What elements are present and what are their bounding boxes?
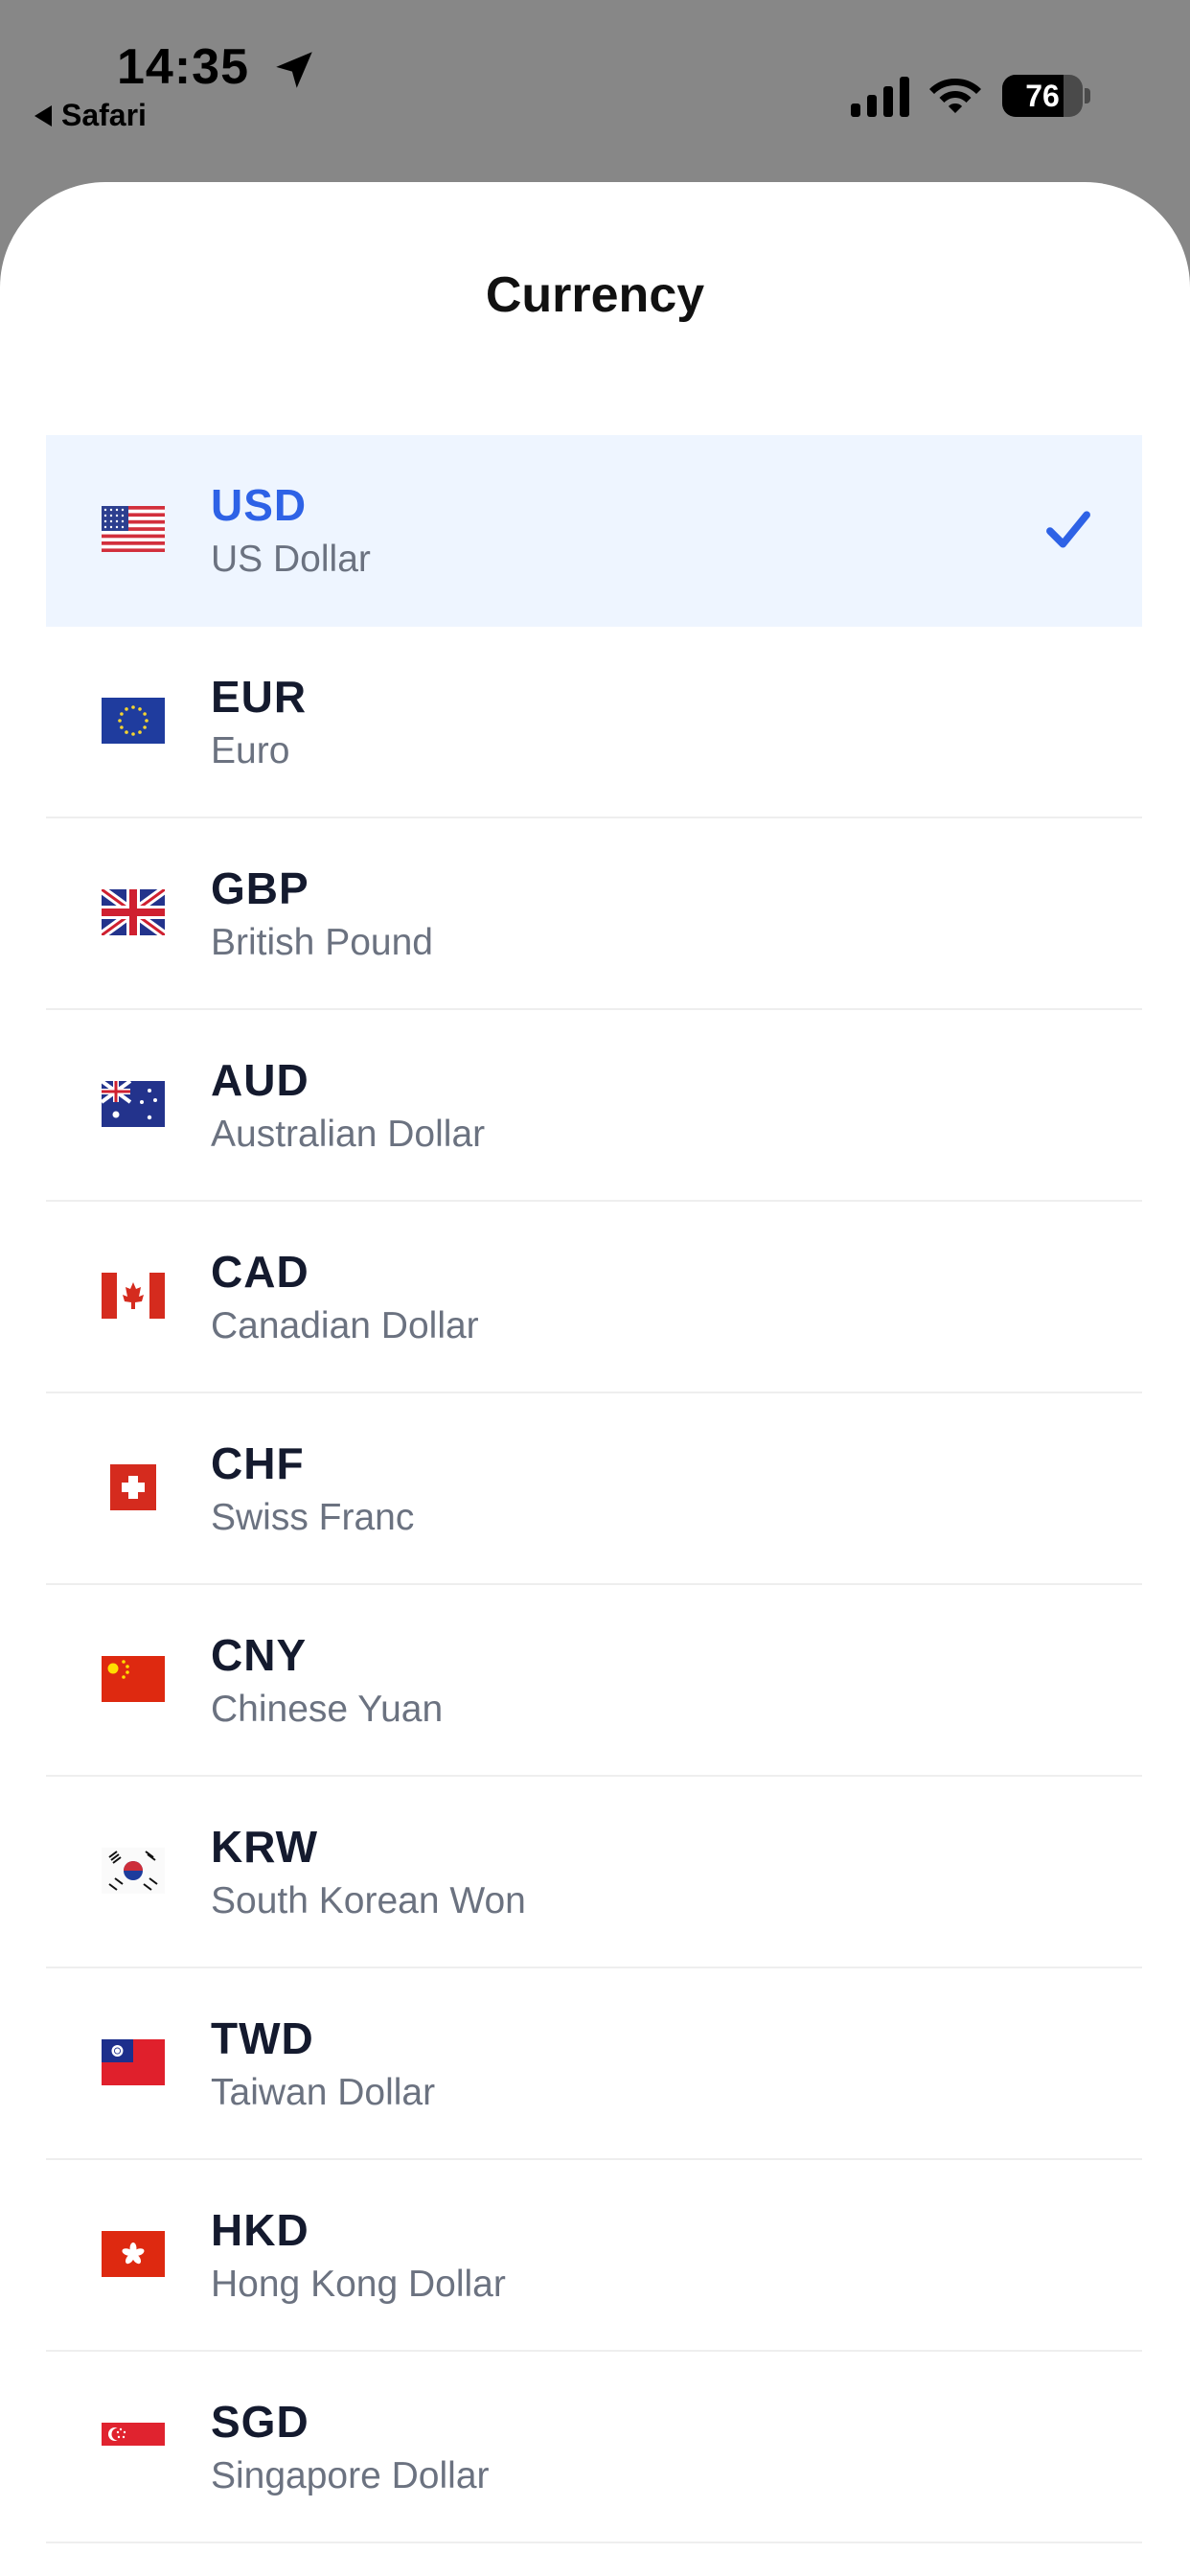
- currency-row-sgd[interactable]: SGD Singapore Dollar: [46, 2352, 1142, 2543]
- currency-code: SGD: [211, 2397, 309, 2447]
- currency-row-krw[interactable]: KRW South Korean Won: [46, 1777, 1142, 1968]
- sheet-title: Currency: [485, 267, 705, 323]
- currency-row-hkd[interactable]: HKD Hong Kong Dollar: [46, 2160, 1142, 2352]
- us-flag-icon: [102, 506, 165, 552]
- currency-name: Australian Dollar: [211, 1114, 486, 1155]
- currency-row-chf[interactable]: CHF Swiss Franc: [46, 1393, 1142, 1585]
- currency-name: Hong Kong Dollar: [211, 2264, 506, 2305]
- ca-flag-icon: [102, 1273, 165, 1319]
- currency-name: Taiwan Dollar: [211, 2072, 436, 2113]
- currency-row-cad[interactable]: CAD Canadian Dollar: [46, 1202, 1142, 1393]
- hk-flag-icon: [102, 2231, 165, 2277]
- currency-name: British Pound: [211, 922, 433, 963]
- currency-name: Canadian Dollar: [211, 1305, 479, 1346]
- currency-name: Singapore Dollar: [211, 2455, 490, 2496]
- currency-row-eur[interactable]: EUR Euro: [46, 627, 1142, 818]
- currency-code: CAD: [211, 1247, 309, 1297]
- currency-name: Euro: [211, 730, 290, 771]
- gb-flag-icon: [102, 889, 165, 935]
- currency-code: USD: [211, 480, 308, 530]
- currency-name: US Dollar: [211, 539, 371, 580]
- battery-icon: 76: [1002, 75, 1083, 117]
- status-time: 14:35: [117, 39, 249, 95]
- currency-row-gbp[interactable]: GBP British Pound: [46, 818, 1142, 1010]
- currency-name: South Korean Won: [211, 1880, 526, 1921]
- battery-cap: [1085, 88, 1090, 104]
- currency-sheet: Currency USD US Dollar EUR Euro GBP British P…: [0, 182, 1190, 2576]
- tw-flag-icon: [102, 2039, 165, 2085]
- back-to-app-button[interactable]: Safari: [34, 98, 147, 133]
- currency-row-cny[interactable]: CNY Chinese Yuan: [46, 1585, 1142, 1777]
- kr-flag-icon: [102, 1848, 165, 1894]
- currency-code: HKD: [211, 2205, 309, 2255]
- currency-code: CNY: [211, 1630, 308, 1680]
- wifi-icon: [929, 79, 981, 113]
- currency-code: EUR: [211, 672, 308, 722]
- currency-row-twd[interactable]: TWD Taiwan Dollar: [46, 1968, 1142, 2160]
- cellular-signal-icon: [851, 77, 909, 117]
- currency-code: AUD: [211, 1055, 309, 1105]
- currency-name: Chinese Yuan: [211, 1689, 444, 1730]
- status-bar: 14:35 Safari 76: [0, 0, 1190, 182]
- eu-flag-icon: [102, 698, 165, 744]
- currency-code: KRW: [211, 1822, 319, 1872]
- currency-row-aud[interactable]: AUD Australian Dollar: [46, 1010, 1142, 1202]
- currency-name: Swiss Franc: [211, 1497, 415, 1538]
- currency-code: CHF: [211, 1438, 305, 1488]
- currency-code: TWD: [211, 2013, 314, 2063]
- checkmark-icon: [1046, 511, 1090, 548]
- currency-list: USD US Dollar EUR Euro GBP British Pound AUD Au…: [46, 435, 1142, 2543]
- back-app-label: Safari: [61, 98, 147, 132]
- sg-flag-icon: [102, 2423, 165, 2469]
- location-arrow-icon: [276, 52, 312, 88]
- battery-level: 76: [1025, 78, 1060, 113]
- back-triangle-icon: [34, 104, 52, 126]
- currency-row-usd[interactable]: USD US Dollar: [46, 435, 1142, 627]
- currency-code: GBP: [211, 863, 309, 913]
- ch-flag-icon: [102, 1464, 165, 1510]
- au-flag-icon: [102, 1081, 165, 1127]
- cn-flag-icon: [102, 1656, 165, 1702]
